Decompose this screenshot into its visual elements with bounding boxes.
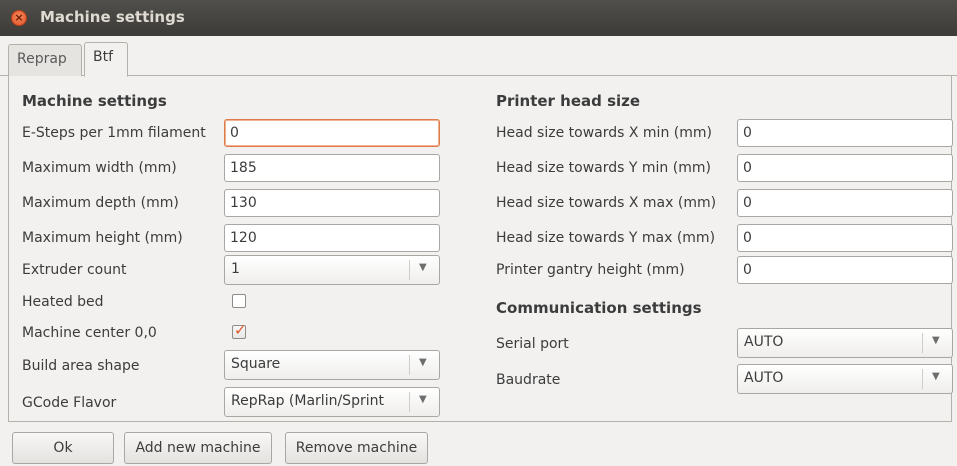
window-title: Machine settings [40,8,185,26]
chevron-down-icon: ▼ [932,335,940,346]
max-height-input[interactable]: 120 [224,224,440,252]
communication-heading: Communication settings [496,299,702,317]
heated-bed-checkbox[interactable] [232,294,246,308]
build-area-shape-value: Square [231,356,281,372]
gcode-flavor-select[interactable]: RepRap (Marlin/Sprint ▼ [224,387,440,417]
tab-btf[interactable]: Btf [84,42,128,77]
head-x-min-label: Head size towards X min (mm) [496,125,712,141]
serial-port-label: Serial port [496,336,569,352]
gantry-height-label: Printer gantry height (mm) [496,262,685,278]
machine-center-checkbox[interactable]: ✓ [232,321,247,339]
extruder-count-value: 1 [231,261,240,277]
extruder-count-select[interactable]: 1 ▼ [224,255,440,285]
tab-bar: Reprap Btf [0,36,957,77]
baudrate-label: Baudrate [496,372,561,388]
gcode-flavor-label: GCode Flavor [22,395,117,411]
close-icon[interactable]: × [11,10,27,26]
head-y-min-input[interactable]: 0 [737,154,953,182]
esteps-input[interactable]: 0 [224,119,440,147]
gcode-flavor-value: RepRap (Marlin/Sprint [231,393,384,409]
extruder-count-label: Extruder count [22,262,127,278]
machine-center-label: Machine center 0,0 [22,325,157,341]
machine-settings-heading: Machine settings [22,92,167,110]
serial-port-value: AUTO [744,334,784,350]
window-titlebar: × Machine settings [0,0,957,36]
select-divider [922,333,923,353]
checkmark-icon: ✓ [234,321,247,339]
build-area-shape-label: Build area shape [22,358,140,374]
select-divider [409,392,410,412]
chevron-down-icon: ▼ [419,262,427,273]
esteps-label: E-Steps per 1mm filament [22,125,206,141]
tab-reprap-label: Reprap [17,51,67,67]
heated-bed-label: Heated bed [22,294,104,310]
max-depth-input[interactable]: 130 [224,189,440,217]
gantry-height-input[interactable]: 0 [737,256,953,284]
head-x-min-input[interactable]: 0 [737,119,953,147]
chevron-down-icon: ▼ [419,394,427,405]
baudrate-select[interactable]: AUTO ▼ [737,364,953,394]
select-divider [409,355,410,375]
head-y-min-label: Head size towards Y min (mm) [496,160,711,176]
chevron-down-icon: ▼ [419,357,427,368]
serial-port-select[interactable]: AUTO ▼ [737,328,953,358]
head-y-max-label: Head size towards Y max (mm) [496,230,716,246]
printer-head-heading: Printer head size [496,92,641,110]
select-divider [409,260,410,280]
max-width-label: Maximum width (mm) [22,160,177,176]
head-x-max-input[interactable]: 0 [737,189,953,217]
max-depth-label: Maximum depth (mm) [22,195,179,211]
build-area-shape-select[interactable]: Square ▼ [224,350,440,380]
baudrate-value: AUTO [744,370,784,386]
remove-machine-button[interactable]: Remove machine [285,432,428,464]
head-y-max-input[interactable]: 0 [737,224,953,252]
ok-button[interactable]: Ok [12,432,114,464]
max-height-label: Maximum height (mm) [22,230,183,246]
head-x-max-label: Head size towards X max (mm) [496,195,717,211]
select-divider [922,369,923,389]
tab-btf-label: Btf [93,49,114,65]
chevron-down-icon: ▼ [932,371,940,382]
max-width-input[interactable]: 185 [224,154,440,182]
add-machine-button[interactable]: Add new machine [124,432,272,464]
tab-reprap[interactable]: Reprap [8,44,82,76]
